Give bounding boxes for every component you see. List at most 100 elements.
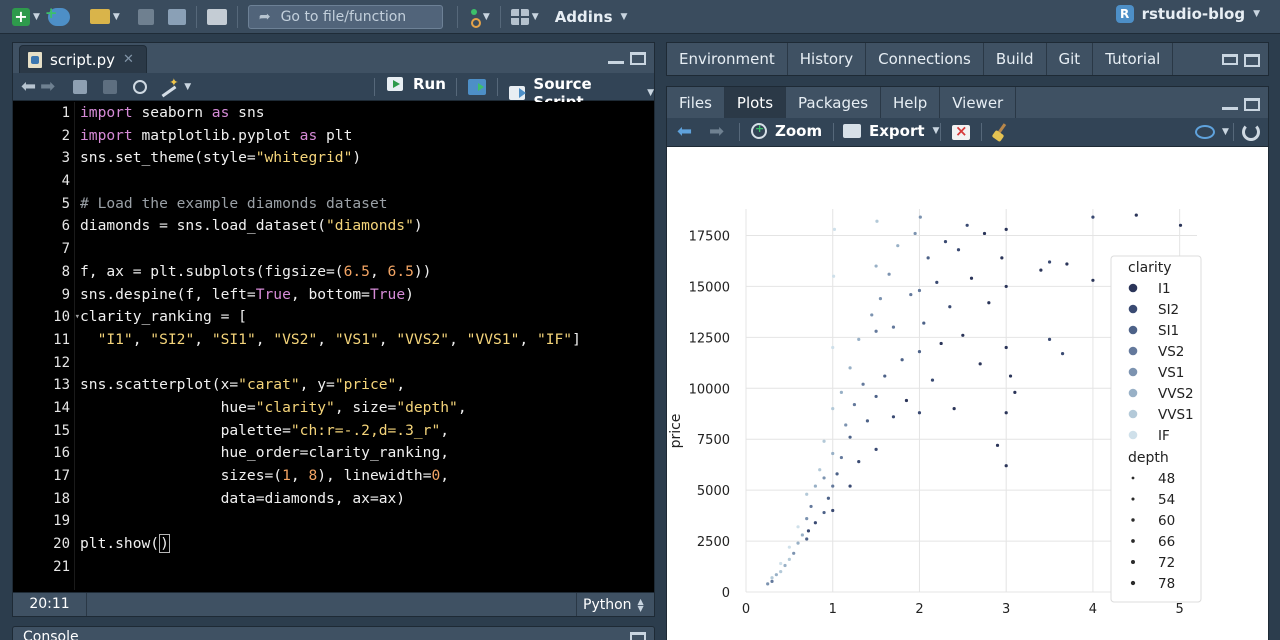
print-button[interactable] xyxy=(203,4,231,30)
scatter-point xyxy=(917,411,922,415)
remove-plot-icon[interactable] xyxy=(952,122,970,140)
toolbar-divider xyxy=(456,78,457,96)
tab-git[interactable]: Git xyxy=(1047,43,1094,75)
toolbar-divider xyxy=(739,123,740,141)
code-token: as xyxy=(211,104,230,121)
code-token: , size= xyxy=(334,398,397,416)
tab-tutorial[interactable]: Tutorial xyxy=(1093,43,1174,75)
scatter-point xyxy=(779,561,783,566)
new-project-button[interactable] xyxy=(44,4,74,30)
save-all-icon xyxy=(167,8,186,25)
scatter-point xyxy=(904,398,909,403)
tab-packages[interactable]: Packages xyxy=(786,87,882,118)
run-button[interactable]: Run xyxy=(387,75,446,93)
scatter-point xyxy=(1178,223,1183,227)
show-in-window-icon[interactable] xyxy=(73,79,88,94)
editor-tabs: script.py ✕ xyxy=(13,43,654,73)
tab-connections[interactable]: Connections xyxy=(866,43,984,75)
project-menu[interactable]: R rstudio-blog ▼ xyxy=(1115,5,1260,23)
code-token: palette= xyxy=(80,421,291,439)
save-icon xyxy=(137,8,154,25)
scatter-point xyxy=(874,329,878,333)
addins-menu[interactable]: Addins ▼ xyxy=(551,4,632,30)
scatter-point xyxy=(796,541,800,545)
scatter-point xyxy=(982,231,987,236)
tab-files[interactable]: Files xyxy=(667,87,725,118)
code-token: sizes=( xyxy=(80,467,283,484)
pane-layout-button[interactable]: ▼ xyxy=(507,4,543,30)
save-button[interactable] xyxy=(134,4,158,30)
legend-size-marker xyxy=(1131,476,1135,480)
tab-build[interactable]: Build xyxy=(984,43,1047,75)
tab-help[interactable]: Help xyxy=(881,87,941,118)
save-icon[interactable] xyxy=(103,79,118,94)
tab-plots[interactable]: Plots xyxy=(724,87,787,118)
next-plot-icon[interactable]: ➡ xyxy=(709,121,724,142)
tab-script-py[interactable]: script.py ✕ xyxy=(19,45,147,73)
legend-size-label: 78 xyxy=(1158,576,1175,592)
tab-history[interactable]: History xyxy=(788,43,867,75)
forward-arrow-icon[interactable]: ➡ xyxy=(40,76,55,97)
chevron-down-icon[interactable]: ▼ xyxy=(1222,127,1229,137)
code-tools-icon[interactable] xyxy=(159,76,178,94)
search-icon[interactable] xyxy=(133,79,148,94)
legend-hue-label: VVS2 xyxy=(1158,386,1194,402)
close-icon[interactable]: ✕ xyxy=(123,52,134,67)
save-all-button[interactable] xyxy=(164,4,190,30)
scatter-point xyxy=(870,313,874,317)
go-to-file-input[interactable]: ➦ Go to file/function xyxy=(247,4,443,29)
code-token: True xyxy=(255,285,291,303)
code-token: "price" xyxy=(334,376,397,394)
scatter-point xyxy=(1047,337,1052,341)
code-token: plt.show( xyxy=(80,535,160,553)
maximize-icon[interactable] xyxy=(1244,98,1260,111)
scatter-point xyxy=(805,492,809,496)
scatter-point xyxy=(826,496,830,500)
toolbar-divider xyxy=(456,5,458,28)
restore-icon[interactable] xyxy=(1222,54,1238,65)
open-file-button[interactable]: ▼ xyxy=(86,4,124,30)
code-editor[interactable]: 123456789101112131415161718192021 import… xyxy=(13,102,654,590)
rerun-icon[interactable] xyxy=(468,79,486,95)
toolbar-divider xyxy=(497,78,498,96)
source-editor-pane: script.py ✕ ⬅ ➡ ▼ Run Source Script ▼ 12… xyxy=(12,42,655,617)
git-button[interactable]: ▼ xyxy=(464,4,494,30)
scatter-point xyxy=(835,472,839,476)
zoom-button[interactable]: Zoom xyxy=(751,122,822,140)
console-pane-header[interactable]: Console xyxy=(12,626,655,640)
y-tick-label: 15000 xyxy=(689,280,730,295)
editor-window-controls xyxy=(608,52,646,65)
line-number: 7 xyxy=(61,241,70,258)
code-token: 6.5 xyxy=(343,262,370,280)
back-arrow-icon[interactable]: ⬅ xyxy=(21,76,36,97)
maximize-icon[interactable] xyxy=(630,52,646,65)
new-file-button[interactable]: + ▼ xyxy=(8,4,44,30)
code-line: import seaborn as sns xyxy=(80,102,654,125)
language-selector[interactable]: Python ▲ ▼ xyxy=(576,593,654,616)
previous-plot-icon[interactable]: ⬅ xyxy=(677,121,692,142)
refresh-icon[interactable] xyxy=(1242,123,1260,141)
clear-plots-icon[interactable] xyxy=(992,123,1010,141)
tab-environment[interactable]: Environment xyxy=(667,43,788,75)
minimize-icon[interactable] xyxy=(608,52,624,64)
minimize-icon[interactable] xyxy=(1222,98,1238,110)
minimize-icon[interactable] xyxy=(608,632,624,640)
code-token: , xyxy=(440,421,450,439)
code-token: matplotlib.pyplot xyxy=(132,126,300,144)
maximize-icon[interactable] xyxy=(1244,54,1260,67)
chevron-down-icon[interactable]: ▼ xyxy=(184,82,191,92)
export-button[interactable]: Export ▼ xyxy=(843,122,939,140)
scatter-point xyxy=(813,484,817,488)
publish-icon[interactable] xyxy=(1195,125,1215,139)
tab-viewer[interactable]: Viewer xyxy=(940,87,1017,118)
scatter-point xyxy=(995,443,1000,447)
addins-label: Addins xyxy=(554,7,613,26)
maximize-icon[interactable] xyxy=(630,632,646,640)
run-icon xyxy=(387,77,403,91)
line-number: 13 xyxy=(53,377,70,394)
x-tick-label: 0 xyxy=(742,602,750,617)
scatter-point xyxy=(896,244,900,248)
scatter-point xyxy=(774,573,778,577)
scatter-point xyxy=(792,551,796,555)
